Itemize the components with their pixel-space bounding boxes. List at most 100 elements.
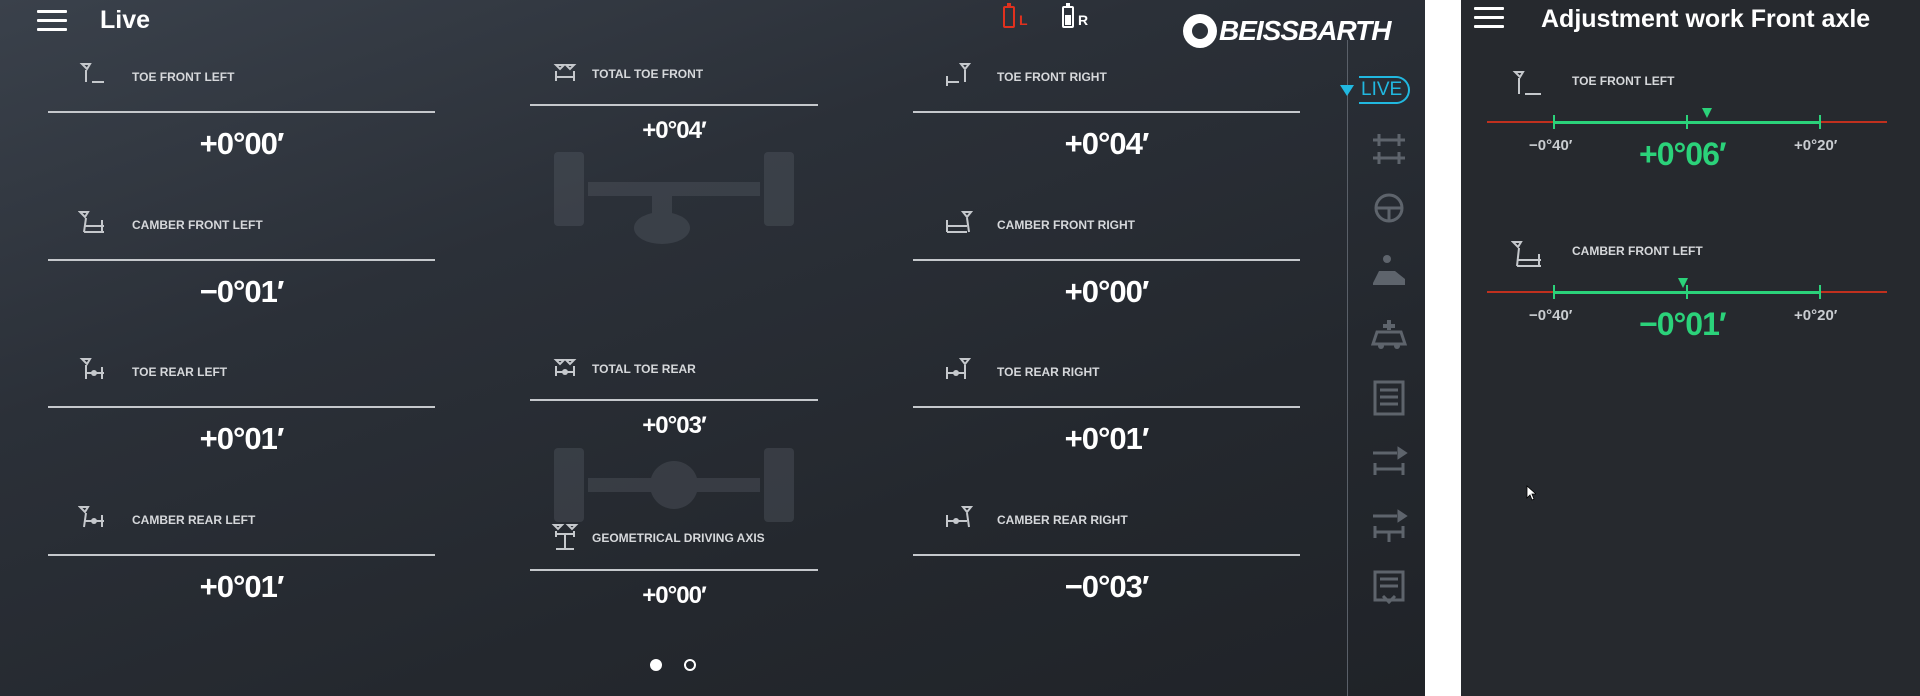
axle-alignment-icon[interactable] — [1369, 130, 1409, 166]
tolerance-min-label: −0°40′ — [1529, 307, 1573, 324]
divider — [48, 259, 435, 261]
toe-rear-left-tile[interactable]: TOE REAR LEFT +0°01′ — [48, 358, 435, 465]
adjustment-value: +0°06′ — [1639, 136, 1727, 172]
toe-front-left-value: +0°00′ — [199, 126, 285, 161]
total-toe-front-icon — [553, 64, 577, 81]
tolerance-min-tick — [1553, 285, 1555, 299]
tolerance-center-tick — [1686, 115, 1688, 129]
camber-right-icon — [946, 211, 973, 233]
print-list-icon[interactable] — [1369, 570, 1409, 606]
camber-rear-right-value: −0°03′ — [1064, 569, 1150, 604]
live-tab-label: LIVE — [1359, 76, 1411, 104]
camber-rear-left-icon — [78, 506, 104, 528]
camber-front-right-tile[interactable]: CAMBER FRONT RIGHT +0°00′ — [913, 211, 1300, 318]
toe-front-right-value: +0°04′ — [1064, 126, 1150, 161]
page-indicator — [650, 659, 696, 671]
total-toe-rear-label: TOTAL TOE REAR — [592, 362, 696, 376]
tolerance-min-label: −0°40′ — [1529, 137, 1573, 154]
divider — [913, 111, 1300, 113]
wrench-front-axle-icon[interactable] — [1369, 445, 1409, 481]
total-toe-rear-tile[interactable]: TOTAL TOE REAR +0°03′ — [530, 359, 818, 452]
steering-wheel-icon[interactable] — [1369, 190, 1409, 226]
page-title: Live — [100, 6, 151, 34]
tolerance-scale — [1487, 278, 1887, 299]
adjustment-label: CAMBER FRONT LEFT — [1572, 244, 1703, 258]
camber-rear-right-label: CAMBER REAR RIGHT — [997, 513, 1128, 527]
toe-left-icon — [1512, 71, 1541, 95]
toe-front-left-label: TOE FRONT LEFT — [132, 70, 235, 84]
adjustment-title: Adjustment work Front axle — [1541, 5, 1871, 33]
toe-front-right-label: TOE FRONT RIGHT — [997, 70, 1107, 84]
camber-rear-right-tile[interactable]: CAMBER REAR RIGHT −0°03′ — [913, 506, 1300, 613]
geometrical-driving-axis-value: +0°00′ — [642, 582, 706, 609]
toe-left-icon — [79, 63, 104, 83]
divider — [530, 399, 818, 401]
live-tab[interactable]: LIVE — [1340, 76, 1411, 104]
battery-left-icon — [1003, 3, 1015, 28]
toe-rear-left-label: TOE REAR LEFT — [132, 365, 228, 379]
divider — [913, 554, 1300, 556]
toe-rear-right-label: TOE REAR RIGHT — [997, 365, 1100, 379]
adjustment-panel: Adjustment work Front axle TOE FRONT LEF… — [1461, 0, 1920, 696]
geometrical-driving-axis-tile[interactable]: GEOMETRICAL DRIVING AXIS +0°00′ — [530, 524, 818, 621]
camber-rear-right-icon — [946, 506, 973, 528]
toe-rear-right-value: +0°01′ — [1064, 421, 1150, 456]
front-axle-illustration — [554, 152, 794, 244]
tolerance-min-tick — [1553, 115, 1555, 129]
divider — [48, 111, 435, 113]
camber-front-right-label: CAMBER FRONT RIGHT — [997, 218, 1135, 232]
tolerance-scale — [1487, 108, 1887, 129]
page-dot-1[interactable] — [650, 659, 662, 671]
camber-front-left-tile[interactable]: CAMBER FRONT LEFT −0°01′ — [48, 211, 435, 318]
rear-axle-illustration — [554, 448, 794, 522]
total-toe-rear-value: +0°03′ — [642, 412, 706, 439]
divider — [48, 554, 435, 556]
tolerance-max-tick — [1819, 285, 1821, 299]
camber-front-right-value: +0°00′ — [1064, 274, 1150, 309]
logo-mark-icon — [1183, 14, 1217, 48]
tolerance-max-label: +0°20′ — [1794, 307, 1838, 324]
geometrical-driving-axis-label: GEOMETRICAL DRIVING AXIS — [592, 531, 765, 545]
driving-axis-icon — [551, 524, 579, 550]
battery-left-label: L — [1019, 12, 1028, 28]
divider — [48, 406, 435, 408]
divider — [913, 259, 1300, 261]
vehicle-check-icon[interactable] — [1369, 316, 1409, 352]
toe-rear-right-icon — [946, 358, 972, 379]
toe-rear-right-tile[interactable]: TOE REAR RIGHT +0°01′ — [913, 358, 1300, 465]
driver-seat-icon[interactable] — [1369, 253, 1409, 289]
toe-front-left-tile[interactable]: TOE FRONT LEFT +0°00′ — [48, 63, 435, 170]
total-toe-front-value: +0°04′ — [642, 117, 706, 144]
camber-rear-left-value: +0°01′ — [199, 569, 285, 604]
mouse-cursor-icon — [1526, 485, 1536, 501]
adjustment-label: TOE FRONT LEFT — [1572, 74, 1675, 88]
side-navigation: LIVE — [1340, 40, 1425, 696]
total-toe-front-label: TOTAL TOE FRONT — [592, 67, 704, 81]
toe-front-right-tile[interactable]: TOE FRONT RIGHT +0°04′ — [913, 63, 1300, 170]
menu-icon[interactable] — [1474, 7, 1504, 29]
divider — [913, 406, 1300, 408]
battery-left-indicator: L — [1003, 3, 1028, 28]
camber-front-left-label: CAMBER FRONT LEFT — [132, 218, 263, 232]
page-dot-2[interactable] — [684, 659, 696, 671]
menu-icon[interactable] — [37, 10, 67, 32]
toe-right-icon — [946, 63, 972, 86]
tolerance-max-label: +0°20′ — [1794, 137, 1838, 154]
tolerance-max-tick — [1819, 115, 1821, 129]
report-icon[interactable] — [1369, 380, 1409, 416]
camber-front-left-value: −0°01′ — [199, 274, 285, 309]
battery-right-label: R — [1078, 12, 1089, 28]
divider — [530, 104, 818, 106]
value-pointer-icon — [1678, 278, 1688, 288]
live-indicator-icon — [1340, 84, 1354, 96]
camber-rear-left-tile[interactable]: CAMBER REAR LEFT +0°01′ — [48, 506, 435, 613]
camber-left-icon — [1511, 241, 1541, 267]
total-toe-front-tile[interactable]: TOTAL TOE FRONT +0°04′ — [530, 64, 818, 157]
wrench-rear-axle-icon[interactable] — [1369, 508, 1409, 544]
adjustment-value: −0°01′ — [1639, 306, 1727, 342]
value-pointer-icon — [1702, 108, 1712, 118]
total-toe-rear-icon — [553, 359, 577, 376]
camber-left-icon — [78, 211, 104, 233]
camber-rear-left-label: CAMBER REAR LEFT — [132, 513, 256, 527]
toe-rear-left-icon — [79, 358, 104, 379]
